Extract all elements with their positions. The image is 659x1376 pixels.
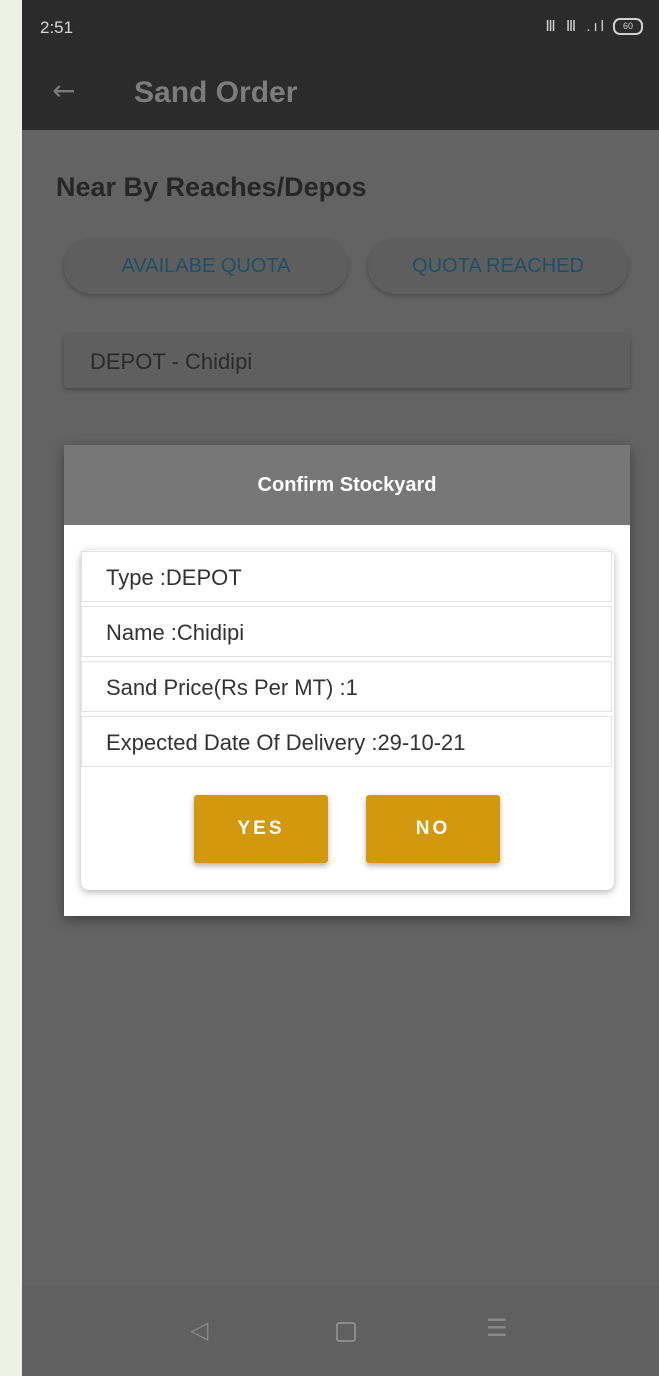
app-bar: ← Sand Order	[22, 56, 659, 130]
back-arrow-icon[interactable]: ←	[52, 74, 75, 107]
available-quota-label: AVAILABE QUOTA	[121, 254, 291, 277]
nav-home-icon[interactable]	[336, 1322, 356, 1342]
status-time: 2:51	[40, 18, 74, 37]
status-icons: Ⅲ Ⅲ .ıl 60	[545, 17, 643, 35]
status-bar: 2:51 Ⅲ Ⅲ .ıl 60	[22, 0, 659, 56]
phone-screen: 2:51 Ⅲ Ⅲ .ıl 60 ← Sand Order Near By Rea…	[22, 0, 659, 1376]
battery-icon: 60	[613, 17, 643, 35]
yes-button[interactable]: YES	[194, 795, 328, 863]
quota-reached-label: QUOTA REACHED	[412, 254, 584, 277]
quota-reached-tab[interactable]: QUOTA REACHED	[368, 238, 628, 294]
nav-back-icon[interactable]: ◁	[190, 1316, 208, 1344]
sand-price-row: Sand Price(Rs Per MT) :1	[81, 661, 612, 712]
name-row: Name :Chidipi	[81, 606, 612, 657]
dialog-title: Confirm Stockyard	[257, 473, 437, 496]
type-row: Type :DEPOT	[81, 551, 612, 602]
confirm-stockyard-dialog: Confirm Stockyard Type :DEPOT Name :Chid…	[64, 445, 630, 916]
depot-item-label: DEPOT - Chidipi	[90, 349, 253, 374]
signal-icon: Ⅲ Ⅲ .ıl	[545, 18, 607, 35]
delivery-date-row: Expected Date Of Delivery :29-10-21	[81, 716, 612, 767]
section-title: Near By Reaches/Depos	[56, 172, 367, 202]
dialog-header: Confirm Stockyard	[64, 445, 630, 525]
nav-menu-icon[interactable]: ☰	[486, 1314, 508, 1342]
no-button[interactable]: NO	[366, 795, 500, 863]
dialog-details-card: Type :DEPOT Name :Chidipi Sand Price(Rs …	[81, 550, 614, 890]
page-title: Sand Order	[134, 76, 298, 109]
system-nav-bar: ◁ ☰	[22, 1286, 659, 1376]
available-quota-tab[interactable]: AVAILABE QUOTA	[64, 238, 348, 294]
depot-list-item[interactable]: DEPOT - Chidipi	[64, 334, 630, 388]
